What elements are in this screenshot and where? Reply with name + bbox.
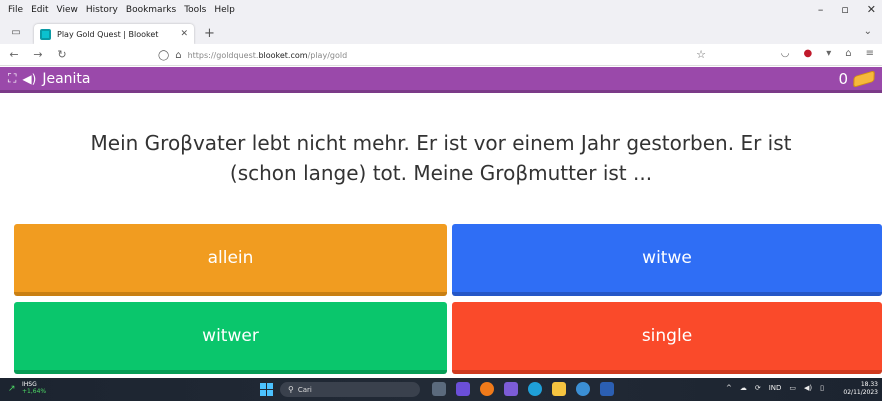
navigation-bar: ← → ↻ ◯ ⌂ https://goldquest.blooket.com/… — [0, 44, 882, 66]
chrome-icon[interactable] — [576, 382, 590, 396]
toolbar-icons: ◡ ● ▾ ⌂ ≡ — [781, 48, 874, 59]
tab-list-icon[interactable]: ▭ — [4, 22, 28, 42]
tab-close-icon[interactable]: ✕ — [180, 29, 188, 39]
close-window-icon[interactable]: ✕ — [867, 3, 876, 16]
update-icon[interactable]: ⟳ — [755, 384, 761, 392]
pocket-icon[interactable]: ◡ — [781, 48, 790, 59]
stock-widget[interactable]: IHSG +1,64% — [22, 381, 46, 395]
network-icon[interactable]: ▭ — [789, 384, 796, 392]
minimize-icon[interactable]: – — [818, 3, 824, 16]
stock-change: +1,64% — [22, 388, 47, 395]
chat-icon[interactable] — [456, 382, 470, 396]
battery-icon[interactable]: ▯ — [820, 384, 824, 392]
menu-icon[interactable]: ≡ — [866, 48, 874, 59]
clock-date: 02/11/2023 — [843, 389, 878, 396]
url-domain: blooket.com — [258, 50, 308, 60]
browser-menu-bar: File Edit View History Bookmarks Tools H… — [0, 0, 882, 20]
search-placeholder: Cari — [297, 385, 312, 394]
answer-button-2[interactable]: witwe — [452, 224, 882, 296]
speaker-icon[interactable]: ◀) — [22, 72, 36, 86]
tab-title: Play Gold Quest | Blooket — [57, 29, 159, 39]
answer-button-3[interactable]: witwer — [14, 302, 447, 374]
menu-file[interactable]: File — [8, 5, 23, 15]
answer-button-1[interactable]: allein — [14, 224, 447, 296]
menu-tools[interactable]: Tools — [184, 5, 206, 15]
gold-counter: 0 — [838, 70, 875, 88]
search-icon: ⚲ — [288, 385, 294, 394]
taskbar-clock[interactable]: 18.33 02/11/2023 — [843, 381, 878, 397]
system-tray: ^ ☁ ⟳ IND ▭ ◀) ▯ — [726, 384, 824, 392]
url-prefix: https://goldquest. — [187, 50, 259, 60]
menu-history[interactable]: History — [86, 5, 118, 15]
bookmark-star-icon[interactable]: ☆ — [696, 48, 706, 61]
forward-icon[interactable]: → — [28, 48, 48, 61]
gold-count: 0 — [838, 70, 848, 88]
url-text: https://goldquest.blooket.com/play/gold — [188, 51, 348, 60]
stock-trend-icon: ↗ — [8, 384, 16, 394]
fullscreen-icon[interactable]: ⛶ — [8, 71, 16, 86]
account-icon[interactable]: ⌂ — [845, 48, 851, 59]
stock-name: IHSG — [22, 381, 37, 388]
language-indicator[interactable]: IND — [769, 384, 782, 392]
chevron-up-icon[interactable]: ^ — [726, 384, 732, 392]
menu-view[interactable]: View — [57, 5, 78, 15]
clock-time: 18.33 — [860, 381, 878, 388]
blooket-favicon-icon — [40, 28, 51, 40]
back-icon[interactable]: ← — [4, 48, 24, 61]
windows-start-icon[interactable] — [260, 383, 273, 396]
maximize-icon[interactable]: ▫ — [841, 3, 848, 16]
extension-icon[interactable]: ▾ — [826, 48, 831, 59]
answer-label-3: witwer — [202, 326, 259, 346]
gold-bar-icon — [853, 70, 875, 88]
menu-help[interactable]: Help — [214, 5, 235, 15]
reload-icon[interactable]: ↻ — [52, 48, 72, 61]
shield-icon[interactable]: ◯ — [158, 50, 169, 61]
firefox-icon[interactable] — [480, 382, 494, 396]
cloud-icon[interactable]: ☁ — [740, 384, 747, 392]
url-path: /play/gold — [307, 50, 348, 60]
lock-icon[interactable]: ⌂ — [175, 50, 181, 61]
new-tab-icon[interactable]: + — [204, 26, 215, 41]
word-icon[interactable] — [600, 382, 614, 396]
menu-edit[interactable]: Edit — [31, 5, 48, 15]
game-header: ⛶ ◀) Jeanita 0 — [0, 67, 882, 93]
taskbar-search[interactable]: ⚲ Cari — [280, 382, 420, 397]
ublock-icon[interactable]: ● — [803, 48, 812, 59]
volume-icon[interactable]: ◀) — [804, 384, 812, 392]
question-text: Mein Groβvater lebt nicht mehr. Er ist v… — [90, 131, 792, 185]
tab-strip: ▭ Play Gold Quest | Blooket ✕ + ⌄ — [0, 20, 882, 44]
url-bar[interactable]: ◯ ⌂ https://goldquest.blooket.com/play/g… — [158, 46, 718, 64]
answer-label-4: single — [641, 326, 693, 346]
answer-label-2: witwe — [642, 248, 692, 268]
windows-taskbar: ↗ IHSG +1,64% ⚲ Cari ^ ☁ ⟳ IND ▭ ◀) ▯ 18… — [0, 378, 882, 401]
file-explorer-icon[interactable] — [552, 382, 566, 396]
chevron-down-icon[interactable]: ⌄ — [864, 26, 872, 37]
answer-button-4[interactable]: single — [452, 302, 882, 374]
answer-label-1: allein — [207, 248, 254, 268]
paint-icon[interactable] — [504, 382, 518, 396]
tab-gold-quest[interactable]: Play Gold Quest | Blooket ✕ — [34, 24, 194, 44]
taskview-icon[interactable] — [432, 382, 446, 396]
edge-icon[interactable] — [528, 382, 542, 396]
player-name: Jeanita — [42, 70, 91, 87]
window-controls: – ▫ ✕ — [818, 3, 876, 16]
taskbar-apps — [432, 382, 614, 396]
menu-bookmarks[interactable]: Bookmarks — [126, 5, 176, 15]
